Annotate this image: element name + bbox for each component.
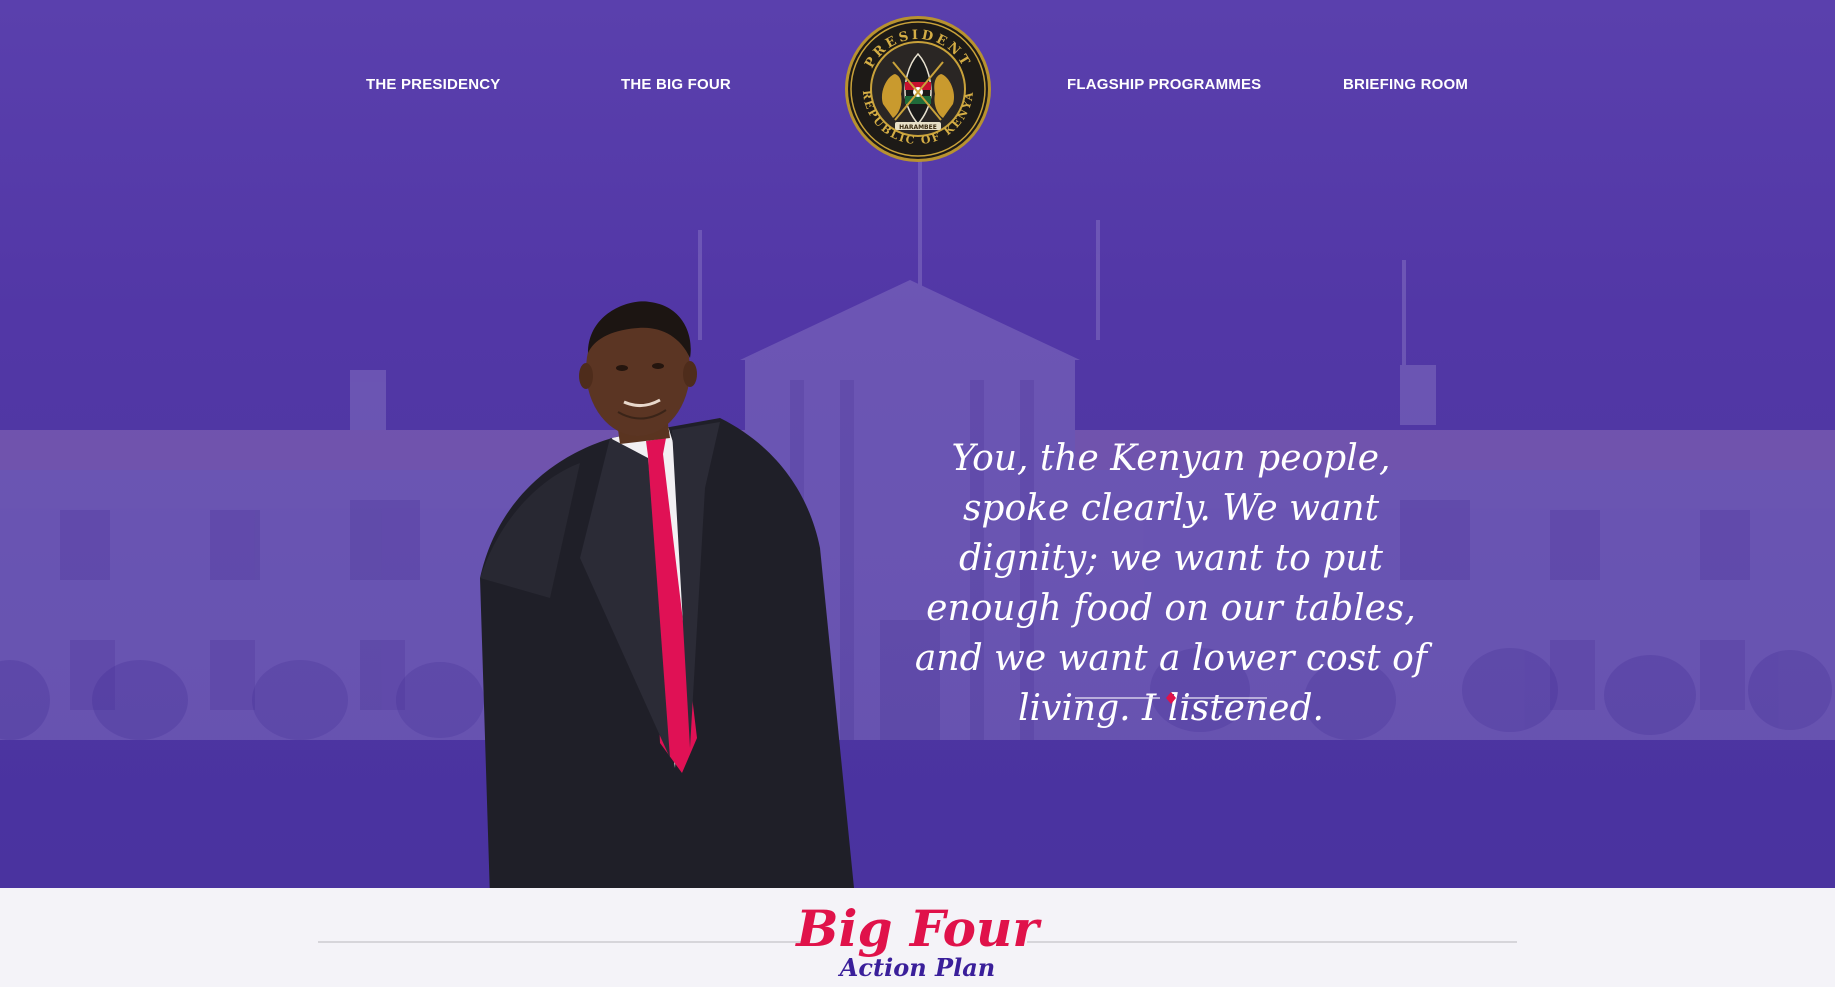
nav-flagship-programmes[interactable]: FLAGSHIP PROGRAMMES [1067,76,1261,93]
hero-quote: You, the Kenyan people, spoke clearly. W… [914,438,1428,729]
seal-motto: HARAMBEE [899,124,937,131]
nav-the-big-four[interactable]: THE BIG FOUR [621,76,731,93]
presidential-seal-icon[interactable]: PRESIDENT REPUBLIC OF KENYA HARAMBEE [843,14,993,164]
hero-section: THE PRESIDENCY THE BIG FOUR FLAGSHIP PRO… [0,0,1835,888]
president-portrait [480,301,854,888]
nav-briefing-room[interactable]: BRIEFING ROOM [1343,76,1468,93]
section-subtitle: Action Plan [839,953,996,982]
nav-the-presidency[interactable]: THE PRESIDENCY [366,76,501,93]
section-title: Big Four [796,899,1039,958]
divider-diamond-icon [1166,692,1176,704]
quote-divider [1075,692,1267,704]
big-four-section: Big Four Action Plan [0,888,1835,987]
